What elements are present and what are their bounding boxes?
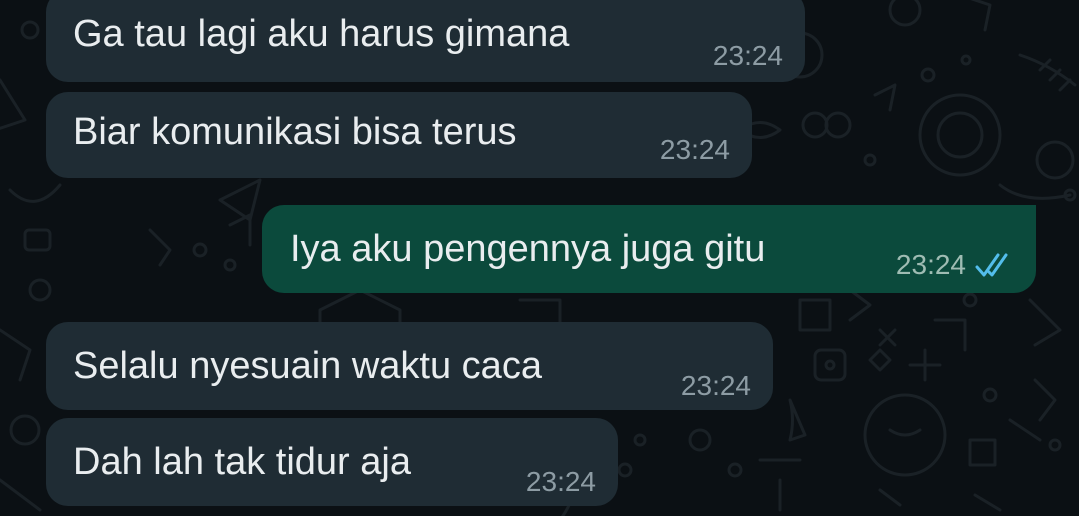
message-text: Selalu nyesuain waktu caca xyxy=(73,345,542,387)
message-meta: 23:24 xyxy=(681,370,751,402)
incoming-message-bubble[interactable]: Dah lah tak tidur aja 23:24 xyxy=(46,418,618,506)
message-text: Iya aku pengennya juga gitu xyxy=(290,228,766,270)
double-check-read-icon xyxy=(974,252,1014,278)
outgoing-message-bubble[interactable]: Iya aku pengennya juga gitu 23:24 xyxy=(262,205,1036,293)
message-timestamp: 23:24 xyxy=(895,249,966,280)
message-meta: 23:24 xyxy=(713,40,783,72)
incoming-message-bubble[interactable]: Biar komunikasi bisa terus 23:24 xyxy=(46,92,752,178)
message-text: Ga tau lagi aku harus gimana xyxy=(73,13,570,55)
message-meta: 23:24 xyxy=(660,134,730,166)
message-text: Biar komunikasi bisa terus xyxy=(73,111,517,153)
message-timestamp: 23:24 xyxy=(680,370,751,401)
message-meta: 23:24 xyxy=(526,466,596,498)
message-timestamp: 23:24 xyxy=(525,466,596,497)
message-timestamp: 23:24 xyxy=(712,40,783,71)
chat-message-list: Ga tau lagi aku harus gimana 23:24 Biar … xyxy=(0,0,1079,516)
incoming-message-bubble[interactable]: Ga tau lagi aku harus gimana 23:24 xyxy=(46,0,805,82)
incoming-message-bubble[interactable]: Selalu nyesuain waktu caca 23:24 xyxy=(46,322,773,410)
message-timestamp: 23:24 xyxy=(659,134,730,165)
message-text: Dah lah tak tidur aja xyxy=(73,441,411,483)
message-meta: 23:24 xyxy=(896,249,1014,281)
